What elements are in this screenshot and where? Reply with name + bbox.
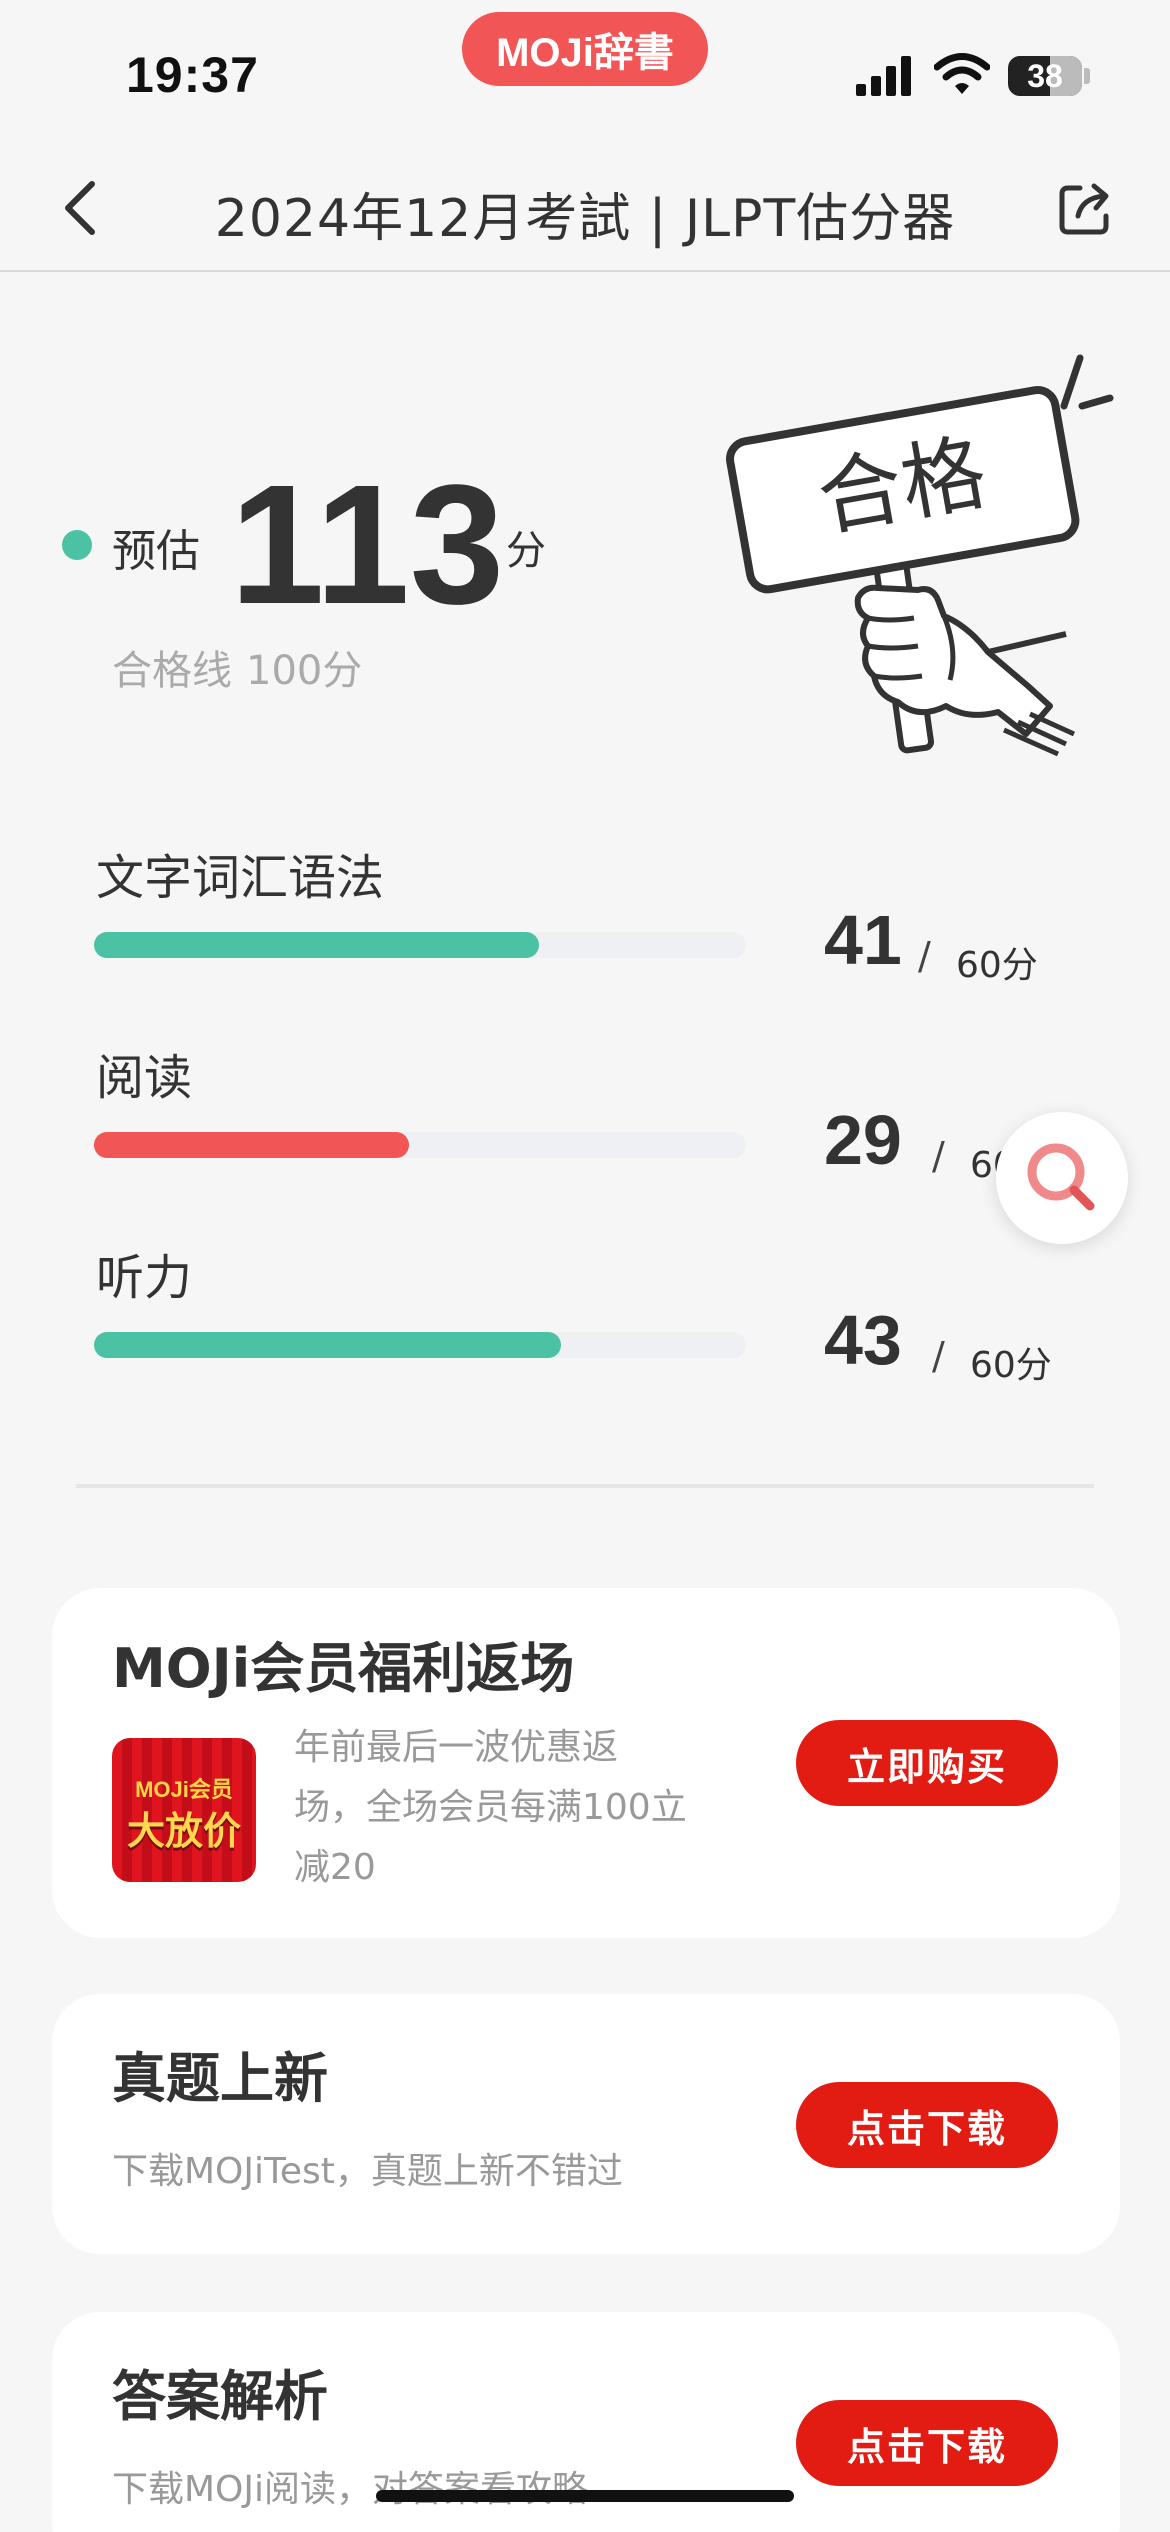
section-score-slash: / xyxy=(932,1334,945,1378)
promo-card-title: MOJi会员福利返场 xyxy=(112,1637,575,1700)
page-title: 2024年12月考試 | JLPT估分器 xyxy=(214,189,956,249)
battery-icon: 38 xyxy=(1008,56,1082,96)
section-progress-fill xyxy=(94,1132,409,1158)
pass-line: 合格线 100分 xyxy=(112,638,362,696)
search-icon xyxy=(1027,1143,1095,1211)
app-badge[interactable]: MOJi辞書 xyxy=(462,12,708,86)
score-unit: 分 xyxy=(506,528,546,574)
section-progress-fill xyxy=(94,932,540,958)
exam-card-description: 下载MOJiTest，真题上新不错过 xyxy=(112,2151,623,2192)
section-name: 阅读 xyxy=(96,1050,193,1106)
section-name: 听力 xyxy=(96,1250,193,1306)
battery-tip xyxy=(1084,68,1090,84)
download-reading-button[interactable]: 点击下载 xyxy=(796,2400,1058,2486)
exam-card-title: 真题上新 xyxy=(112,2047,328,2110)
section-score: 41 xyxy=(824,901,902,979)
home-indicator xyxy=(376,2490,794,2502)
promo-desc-line: 减20 xyxy=(294,1847,376,1888)
pass-sign-illustration: 合格 xyxy=(726,354,1114,757)
pass-line-label: 合格线 xyxy=(112,648,232,694)
section-score-slash: / xyxy=(932,1134,945,1178)
pass-line-value: 100分 xyxy=(246,648,363,694)
section-progress-track xyxy=(94,1332,746,1358)
back-icon[interactable] xyxy=(56,180,108,236)
promo-thumbnail-headline: 大放价 xyxy=(126,1811,241,1853)
section-max-score: 60分 xyxy=(970,1345,1052,1386)
promo-desc-line: 场，全场会员每满100立 xyxy=(294,1787,687,1828)
exam-download-card[interactable]: 真题上新 下载MOJiTest，真题上新不错过 点击下载 xyxy=(52,1994,1120,2254)
divider xyxy=(76,1484,1094,1488)
status-time: 19:37 xyxy=(126,47,259,103)
floating-search-button[interactable] xyxy=(996,1112,1128,1244)
share-icon[interactable] xyxy=(1056,180,1114,238)
score-value: 113 xyxy=(230,450,505,640)
signal-icon xyxy=(856,56,911,96)
promo-thumbnail: MOJi会员 大放价 xyxy=(112,1738,256,1882)
section-score: 43 xyxy=(824,1301,902,1379)
section-progress-fill xyxy=(94,1332,562,1358)
section-progress-track xyxy=(94,932,746,958)
answer-card-title: 答案解析 xyxy=(112,2365,328,2428)
nav-bar: 2024年12月考試 | JLPT估分器 xyxy=(0,140,1170,272)
section-progress-track xyxy=(94,1132,746,1158)
status-bar: 19:37 MOJi辞書 38 xyxy=(0,0,1170,140)
wifi-icon xyxy=(934,53,990,94)
section-score: 29 xyxy=(824,1101,902,1179)
section-score-slash: / xyxy=(918,934,931,978)
score-label: 预估 xyxy=(112,526,200,577)
buy-now-button[interactable]: 立即购买 xyxy=(796,1720,1058,1806)
download-test-button[interactable]: 点击下载 xyxy=(796,2082,1058,2168)
section-name: 文字词汇语法 xyxy=(96,850,385,906)
promo-card[interactable]: MOJi会员福利返场 MOJi会员 大放价 年前最后一波优惠返 场，全场会员每满… xyxy=(52,1588,1120,1938)
section-max-score: 60分 xyxy=(956,945,1038,986)
battery-level: 38 xyxy=(1027,58,1063,94)
promo-card-description: 年前最后一波优惠返 场，全场会员每满100立 减20 xyxy=(294,1718,754,1898)
promo-desc-line: 年前最后一波优惠返 xyxy=(294,1727,619,1768)
score-status-dot xyxy=(62,530,92,560)
